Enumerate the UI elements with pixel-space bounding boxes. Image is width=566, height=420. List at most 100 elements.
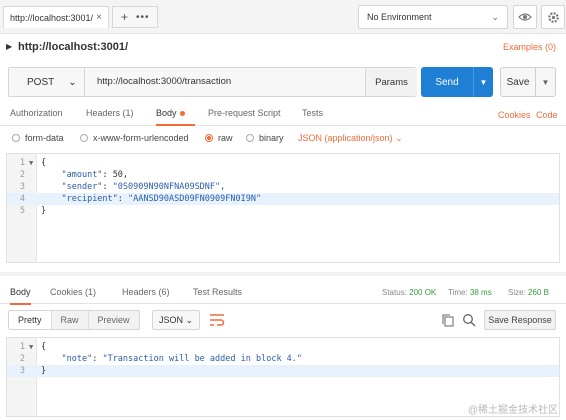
search-icon[interactable] (462, 313, 476, 327)
content-type-select[interactable]: JSON (application/json) ⌄ (298, 133, 403, 144)
chevron-down-icon: ⌄ (68, 76, 77, 88)
radio-label: x-www-form-urlencoded (93, 133, 189, 143)
tab-body[interactable]: Body (156, 108, 194, 126)
json-separator: : (102, 170, 113, 180)
environment-label: No Environment (367, 12, 432, 22)
json-separator: : (102, 182, 113, 192)
environment-quick-look-button[interactable] (513, 5, 537, 29)
json-value: "Transaction will be added in block 4." (102, 354, 303, 364)
environment-select[interactable]: No Environment ⌄ (358, 5, 508, 29)
line-number: 3 (19, 366, 25, 376)
json-value: "AANSD90ASD09FN0909FN0I9N" (128, 194, 262, 204)
status-value: 200 OK (409, 288, 437, 297)
cookies-link[interactable]: Cookies (498, 110, 531, 120)
manage-environments-button[interactable] (541, 5, 565, 29)
view-raw-button[interactable]: Raw (52, 311, 89, 329)
more-tabs-icon[interactable]: ••• (136, 12, 150, 23)
radio-circle (246, 134, 254, 142)
response-format-select[interactable]: JSON ⌄ (152, 310, 200, 330)
code-line: 5 } (7, 205, 559, 217)
code-line: 3 "sender": "0S0909N90NFNA09SDNF", (7, 181, 559, 193)
radio-label: binary (259, 133, 284, 143)
response-tab-cookies[interactable]: Cookies (1) (50, 287, 96, 297)
tab-authorization[interactable]: Authorization (10, 108, 63, 118)
examples-dropdown[interactable]: Examples (0) (503, 42, 556, 52)
url-bar: POST ⌄ http://localhost:3000/transaction… (8, 67, 417, 97)
close-tab-icon[interactable]: × (96, 12, 102, 23)
eye-icon (518, 13, 532, 21)
send-dropdown-icon[interactable]: ▼ (473, 67, 493, 97)
size-value: 260 B (528, 288, 549, 297)
format-label: JSON (159, 315, 184, 325)
radio-label: raw (218, 133, 233, 143)
line-number: 2 (19, 354, 25, 364)
json-key: "sender" (61, 182, 103, 192)
line-number: 1 (19, 342, 25, 352)
code-line: 1 ▼ { (7, 341, 559, 353)
request-tab-title: http://localhost:3001/ (10, 12, 94, 23)
tab-headers[interactable]: Headers (1) (86, 108, 134, 118)
time-label: Time: (448, 288, 468, 297)
radio-raw[interactable]: raw (205, 133, 233, 143)
chevron-down-icon: ⌄ (491, 11, 499, 22)
radio-form-data[interactable]: form-data (12, 133, 64, 143)
send-label: Send (435, 76, 459, 88)
request-tabs: Authorization Headers (1) Body Pre-reque… (0, 102, 566, 126)
json-separator: : (117, 194, 129, 204)
line-number: 5 (19, 206, 25, 216)
line-number: 4 (19, 194, 25, 204)
method-select[interactable]: POST ⌄ (9, 68, 85, 96)
json-value: 50, (112, 170, 129, 180)
chevron-down-icon: ⌄ (185, 314, 193, 325)
code-link[interactable]: Code (536, 110, 558, 120)
save-button[interactable]: Save ▼ (500, 67, 556, 97)
pane-splitter[interactable] (0, 272, 566, 276)
radio-circle-selected (205, 134, 213, 142)
radio-circle (80, 134, 88, 142)
code-text: "recipient": "AANSD90ASD09FN0909FN0I9N" (41, 193, 261, 205)
radio-circle (12, 134, 20, 142)
wrap-lines-icon[interactable] (208, 312, 226, 328)
response-toolbar: Pretty Raw Preview JSON ⌄ Save Response (0, 306, 566, 334)
response-tab-body[interactable]: Body (10, 287, 31, 305)
code-text: "note": "Transaction will be added in bl… (41, 353, 302, 365)
radio-binary[interactable]: binary (246, 133, 284, 143)
caret-right-icon[interactable]: ▶ (6, 42, 12, 51)
fold-caret-icon[interactable]: ▼ (29, 157, 33, 169)
modified-dot-icon (179, 111, 185, 117)
time-value: 38 ms (469, 288, 492, 297)
radio-urlencoded[interactable]: x-www-form-urlencoded (80, 133, 189, 143)
save-response-button[interactable]: Save Response (484, 310, 556, 330)
code-text: "sender": "0S0909N90NFNA09SDNF", (41, 181, 225, 193)
json-key: "amount" (61, 170, 103, 180)
code-text: "amount": 50, (41, 169, 128, 181)
code-line: 2 "note": "Transaction will be added in … (7, 353, 559, 365)
json-separator: : (92, 354, 103, 364)
watermark: @稀土掘金技术社区 (467, 405, 558, 416)
code-text: } (41, 206, 47, 216)
code-line-active: 3 } (7, 365, 559, 377)
params-button[interactable]: Params (365, 68, 417, 96)
code-line: 1 ▼ { (7, 157, 559, 169)
status-label: Status: (382, 288, 407, 297)
view-pretty-button[interactable]: Pretty (9, 311, 52, 329)
request-body-editor[interactable]: 1 ▼ { 2 "amount": 50, 3 "sender": "0S090… (6, 153, 560, 263)
fold-caret-icon[interactable]: ▼ (29, 341, 33, 353)
request-name[interactable]: http://localhost:3001/ (18, 41, 128, 53)
save-dropdown-icon[interactable]: ▼ (535, 68, 555, 96)
request-tab[interactable]: http://localhost:3001/ × (3, 6, 109, 28)
response-tab-headers[interactable]: Headers (6) (122, 287, 170, 297)
code-line-active: 4 "recipient": "AANSD90ASD09FN0909FN0I9N… (7, 193, 559, 205)
view-preview-button[interactable]: Preview (89, 311, 139, 329)
response-tab-test-results[interactable]: Test Results (193, 287, 242, 297)
url-input[interactable]: http://localhost:3000/transaction (97, 76, 231, 87)
tab-tests[interactable]: Tests (302, 108, 323, 118)
new-tab-icon[interactable]: + (121, 10, 128, 24)
tab-pre-request-script[interactable]: Pre-request Script (208, 108, 281, 118)
json-key: "note" (61, 354, 93, 364)
response-tabs: Body Cookies (1) Headers (6) Test Result… (0, 280, 566, 305)
tab-bar: http://localhost:3001/ × + ••• No Enviro… (0, 0, 566, 34)
copy-icon[interactable] (442, 314, 454, 327)
send-button[interactable]: Send ▼ (421, 67, 493, 97)
json-key: "recipient" (61, 194, 118, 204)
